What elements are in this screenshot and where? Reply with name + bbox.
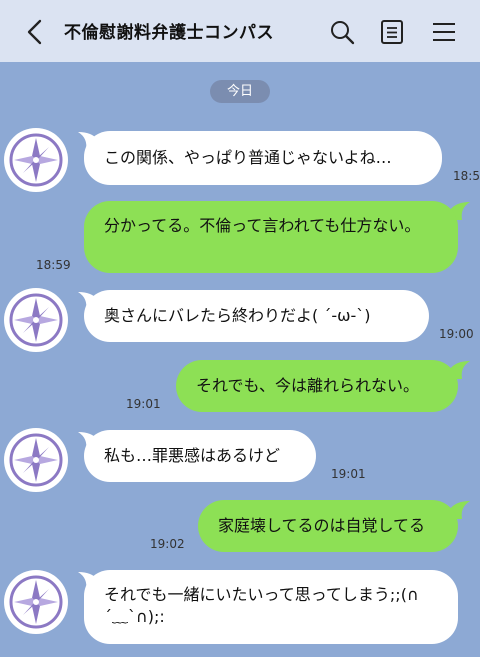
avatar[interactable] [4,570,68,634]
message-bubble-received[interactable]: この関係、やっぱり普通じゃないよね… [84,131,442,185]
message-text: それでも一緒にいたいって思ってしまう;;(∩´﹏`∩);: [104,585,419,626]
message-time: 18:5 [453,169,480,183]
search-icon[interactable] [329,18,355,46]
notes-icon[interactable] [379,18,405,46]
date-separator: 今日 [210,80,270,103]
avatar[interactable] [4,128,68,192]
message-time: 19:02 [150,537,185,551]
message-text: 家庭壊してるのは自覚してる [218,516,426,535]
chat-title: 不倫慰謝料弁護士コンパス [64,23,274,43]
chat-header: 不倫慰謝料弁護士コンパス [0,0,480,62]
message-time: 19:01 [126,397,161,411]
back-chevron-icon[interactable] [22,18,48,46]
message-time: 19:01 [331,467,366,481]
message-bubble-received[interactable]: それでも一緒にいたいって思ってしまう;;(∩´﹏`∩);: [84,570,458,644]
message-text: それでも、今は離れられない。 [196,376,420,395]
message-time: 19:00 [439,327,474,341]
message-bubble-received[interactable]: 私も…罪悪感はあるけど [84,430,316,482]
message-text: この関係、やっぱり普通じゃないよね… [104,148,392,167]
message-text: 奥さんにバレたら終わりだよ( ´-ω-`) [104,306,371,325]
message-text: 分かってる。不倫って言われても仕方ない。 [104,216,421,235]
avatar[interactable] [4,428,68,492]
menu-icon[interactable] [431,18,457,46]
message-bubble-sent[interactable]: 家庭壊してるのは自覚してる [198,500,458,552]
message-bubble-sent[interactable]: それでも、今は離れられない。 [176,360,458,412]
message-bubble-sent[interactable]: 分かってる。不倫って言われても仕方ない。 [84,201,458,273]
avatar[interactable] [4,288,68,352]
message-text: 私も…罪悪感はあるけど [104,446,281,465]
message-time: 18:59 [36,258,71,272]
message-bubble-received[interactable]: 奥さんにバレたら終わりだよ( ´-ω-`) [84,290,429,342]
